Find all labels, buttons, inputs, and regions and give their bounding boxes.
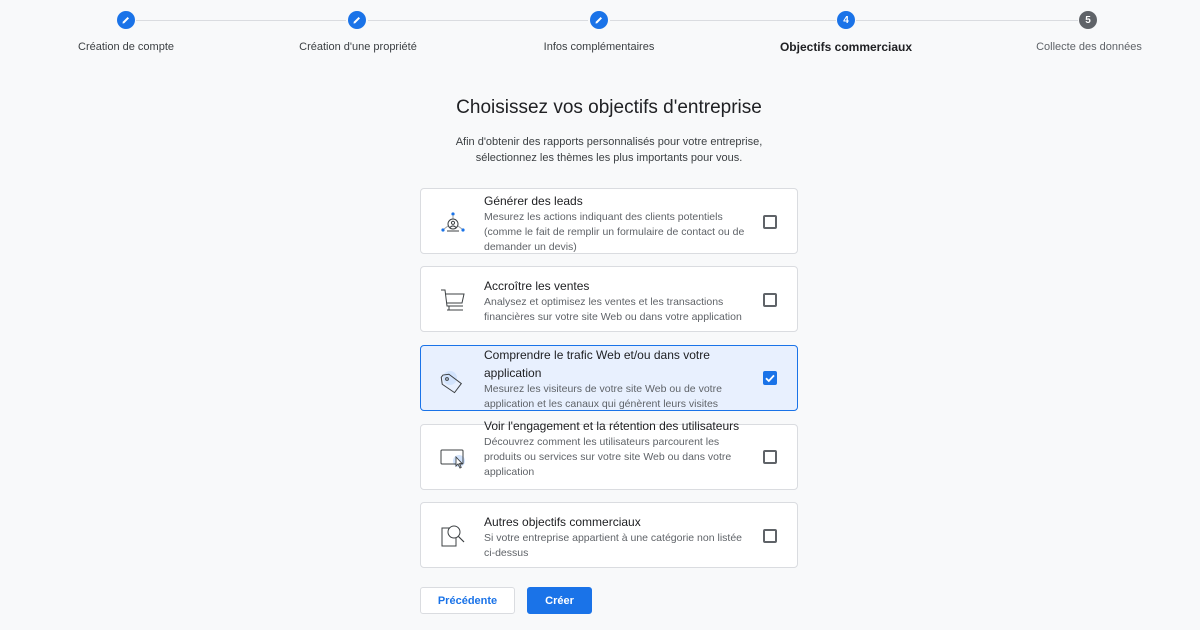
card-text: Autres objectifs commerciaux Si votre en… — [484, 513, 754, 561]
card-title: Comprendre le trafic Web et/ou dans votr… — [484, 348, 710, 380]
other-checkbox[interactable] — [763, 529, 777, 543]
card-description: Analysez et optimisez les ventes et les … — [484, 296, 742, 323]
step-3-label[interactable]: Infos complémentaires — [499, 41, 699, 53]
step-connector — [368, 20, 588, 21]
lead-network-icon — [439, 209, 467, 237]
step-connector — [610, 20, 836, 21]
card-text: Accroître les ventes Analysez et optimis… — [484, 277, 754, 325]
card-description: Découvrez comment les utilisateurs parco… — [484, 436, 732, 478]
objective-card-traffic[interactable]: Comprendre le trafic Web et/ou dans votr… — [420, 345, 798, 411]
page-title: Choisissez vos objectifs d'entreprise — [456, 97, 762, 118]
pencil-icon — [595, 17, 602, 24]
card-title: Générer des leads — [484, 194, 583, 208]
card-text: Générer des leads Mesurez les actions in… — [484, 192, 754, 255]
step-4-label: Objectifs commerciaux — [779, 40, 913, 54]
step-4-number: 4 — [837, 11, 855, 29]
objective-card-sales[interactable]: Accroître les ventes Analysez et optimis… — [420, 266, 798, 332]
card-description: Mesurez les visiteurs de votre site Web … — [484, 383, 722, 410]
step-3-edit-icon[interactable] — [590, 11, 608, 29]
magnifier-icon — [439, 522, 467, 550]
checkmark-icon — [765, 374, 775, 383]
card-title: Autres objectifs commerciaux — [484, 515, 641, 529]
engagement-checkbox[interactable] — [763, 450, 777, 464]
previous-button[interactable]: Précédente — [420, 587, 515, 614]
create-button[interactable]: Créer — [527, 587, 592, 614]
progress-stepper: Création de compte Création d'une propri… — [0, 0, 1200, 70]
step-1-label[interactable]: Création de compte — [26, 41, 226, 53]
step-1-edit-icon[interactable] — [117, 11, 135, 29]
card-description: Mesurez les actions indiquant des client… — [484, 211, 745, 253]
subtitle-line: sélectionnez les thèmes les plus importa… — [475, 152, 743, 164]
card-text: Voir l'engagement et la rétention des ut… — [484, 417, 754, 480]
leads-checkbox[interactable] — [763, 215, 777, 229]
card-text: Comprendre le trafic Web et/ou dans votr… — [484, 346, 754, 412]
shopping-cart-icon — [439, 286, 467, 314]
step-connector — [856, 20, 1078, 21]
page-subtitle: Afin d'obtenir des rapports personnalisé… — [0, 134, 1200, 166]
traffic-checkbox[interactable] — [763, 371, 777, 385]
pencil-icon — [122, 17, 129, 24]
pencil-icon — [353, 17, 360, 24]
subtitle-line: Afin d'obtenir des rapports personnalisé… — [455, 136, 763, 148]
step-2-edit-icon[interactable] — [348, 11, 366, 29]
step-5-label: Collecte des données — [1036, 41, 1142, 53]
step-5-number: 5 — [1079, 11, 1097, 29]
sales-checkbox[interactable] — [763, 293, 777, 307]
price-tag-icon — [439, 368, 467, 396]
card-title: Voir l'engagement et la rétention des ut… — [484, 419, 740, 433]
step-connector — [136, 20, 346, 21]
card-description: Si votre entreprise appartient à une cat… — [484, 532, 742, 559]
screen-cursor-icon — [439, 444, 467, 472]
objective-card-leads[interactable]: Générer des leads Mesurez les actions in… — [420, 188, 798, 254]
card-title: Accroître les ventes — [484, 279, 590, 293]
objective-card-other[interactable]: Autres objectifs commerciaux Si votre en… — [420, 502, 798, 568]
step-2-label[interactable]: Création d'une propriété — [258, 41, 458, 53]
objective-card-engagement[interactable]: Voir l'engagement et la rétention des ut… — [420, 419, 798, 490]
